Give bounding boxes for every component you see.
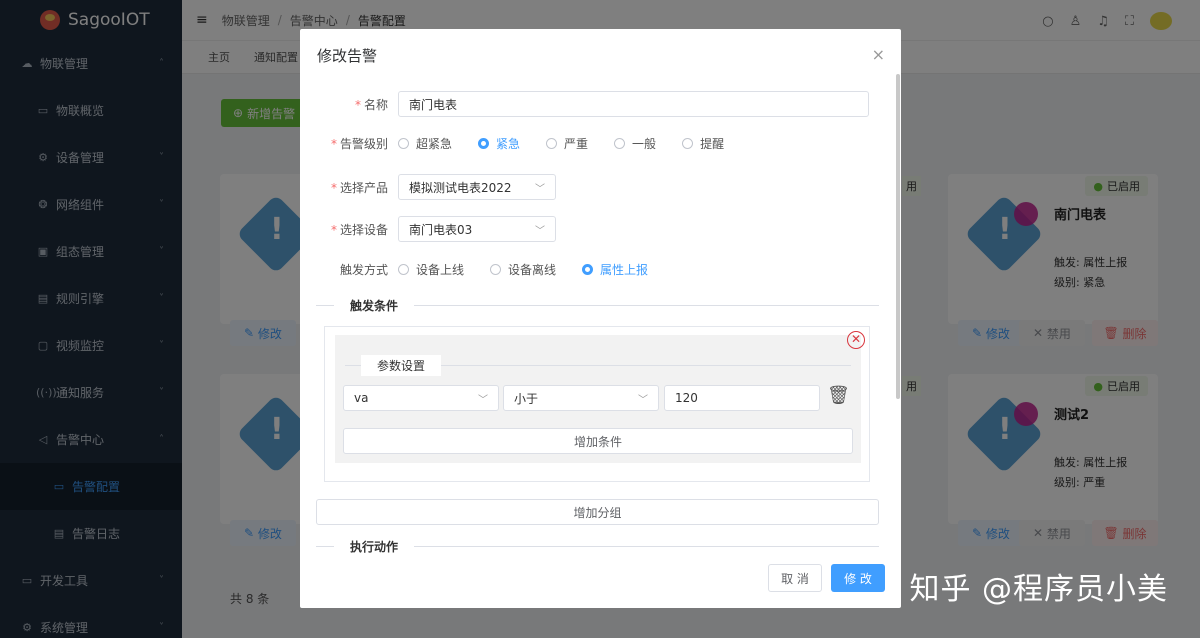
operator-select[interactable]: 小于 ﹀ — [503, 385, 659, 411]
form-row-name: * 名称 南门电表 — [300, 91, 869, 117]
action-title: 执行动作 — [334, 538, 415, 555]
level-radio[interactable]: 一般 — [614, 135, 656, 152]
level-radio[interactable]: 提醒 — [682, 135, 724, 152]
form-row-level: * 告警级别 超紧急 紧急 严重 一般 提醒 — [300, 135, 750, 152]
condition-panel: 参数设置 va ﹀ 小于 ﹀ 120 🗑 增加条件 — [335, 335, 861, 463]
level-radio-label: 紧急 — [496, 137, 521, 151]
level-radio-label: 一般 — [632, 137, 657, 151]
param-select[interactable]: va ﹀ — [343, 385, 499, 411]
chevron-down-icon: ﹀ — [535, 225, 545, 237]
level-radio[interactable]: 超紧急 — [398, 135, 452, 152]
level-radio-label: 超紧急 — [416, 137, 453, 151]
dialog-title: 修改告警 — [317, 47, 378, 65]
edit-alarm-dialog: 修改告警 × * 名称 南门电表 * 告警级别 超紧急 紧急 严重 一般 提醒 * 选择产品 … — [300, 29, 901, 608]
trigger-radio[interactable]: 设备上线 — [398, 261, 464, 278]
radio-circle-icon — [546, 138, 558, 149]
level-radio-label: 提醒 — [700, 137, 725, 151]
chevron-down-icon: ﹀ — [478, 394, 488, 406]
param-settings-title: 参数设置 — [361, 355, 442, 376]
level-radio-label: 严重 — [564, 137, 589, 151]
radio-circle-icon — [682, 138, 694, 149]
trigger-radio[interactable]: 设备离线 — [490, 261, 556, 278]
radio-circle-icon — [614, 138, 626, 149]
dialog-scrollbar[interactable] — [896, 74, 900, 399]
form-row-product: * 选择产品 模拟测试电表2022 ﹀ — [300, 174, 556, 200]
trigger-condition-title: 触发条件 — [334, 297, 415, 314]
watermark: 知乎 @程序员小美 — [909, 572, 1168, 607]
trigger-radio-group: 设备上线 设备离线 属性上报 — [398, 261, 674, 278]
level-radio-group: 超紧急 紧急 严重 一般 提醒 — [398, 135, 750, 152]
radio-circle-icon — [582, 264, 594, 275]
radio-circle-icon — [478, 138, 490, 149]
remove-group-icon[interactable]: ✕ — [847, 331, 865, 349]
form-row-device: * 选择设备 南门电表03 ﹀ — [300, 216, 556, 242]
name-label: * 名称 — [354, 97, 388, 112]
level-radio[interactable]: 严重 — [546, 135, 588, 152]
level-radio[interactable]: 紧急 — [478, 135, 520, 152]
trigger-radio-label: 属性上报 — [600, 263, 649, 277]
name-input[interactable]: 南门电表 — [398, 91, 869, 117]
trigger-radio-label: 设备上线 — [416, 263, 465, 277]
level-label: * 告警级别 — [330, 137, 388, 151]
radio-circle-icon — [398, 264, 409, 275]
value-input[interactable]: 120 — [664, 385, 820, 411]
radio-circle-icon — [490, 264, 502, 275]
form-row-trigger: 触发方式 设备上线 设备离线 属性上报 — [300, 261, 674, 278]
device-label: * 选择设备 — [330, 222, 388, 237]
chevron-down-icon: ﹀ — [638, 394, 648, 406]
trigger-radio-label: 设备离线 — [508, 263, 557, 277]
close-icon[interactable]: × — [872, 45, 885, 64]
cancel-button[interactable]: 取 消 — [768, 564, 822, 592]
device-select[interactable]: 南门电表03 ﹀ — [398, 216, 556, 242]
chevron-down-icon: ﹀ — [535, 183, 545, 195]
add-condition-button[interactable]: 增加条件 — [343, 428, 853, 454]
product-select[interactable]: 模拟测试电表2022 ﹀ — [398, 174, 556, 200]
radio-circle-icon — [398, 138, 409, 149]
product-label: * 选择产品 — [330, 180, 388, 195]
condition-group: 参数设置 va ﹀ 小于 ﹀ 120 🗑 增加条件 — [324, 326, 870, 482]
trash-icon[interactable]: 🗑 — [827, 385, 850, 406]
trigger-label: 触发方式 — [339, 263, 388, 277]
confirm-button[interactable]: 修 改 — [831, 564, 885, 592]
trigger-radio[interactable]: 属性上报 — [582, 261, 648, 278]
add-group-button[interactable]: 增加分组 — [316, 499, 879, 525]
